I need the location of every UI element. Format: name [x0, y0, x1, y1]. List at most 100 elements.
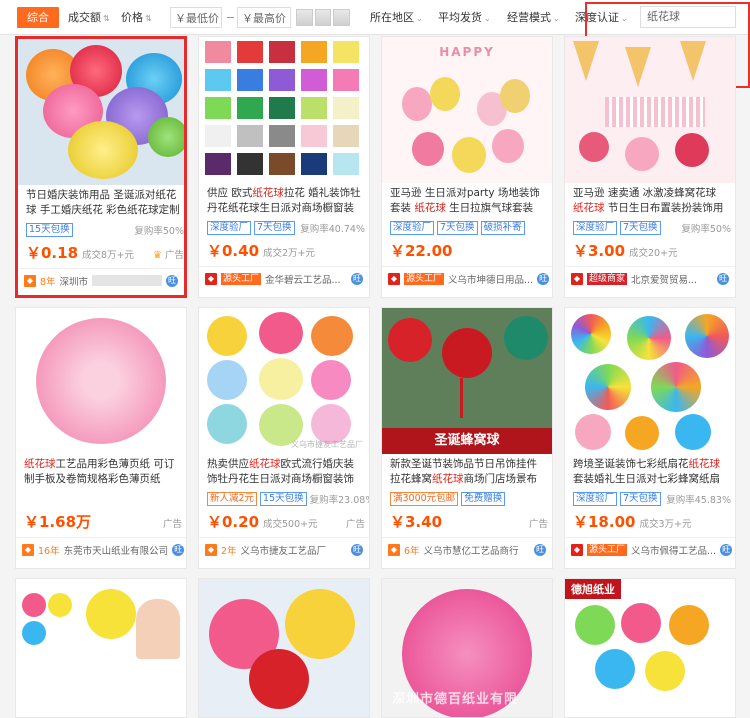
product-card[interactable]: 供应 欧式纸花球拉花 婚礼装饰牡丹花纸花球生日派对商场橱窗装饰 深度验厂7天包换…	[198, 36, 370, 298]
product-image[interactable]: 圣诞蜂窝球	[382, 308, 552, 454]
tag: 7天包换	[620, 221, 661, 235]
shop-icon: ◆	[571, 543, 583, 556]
tag: 7天包换	[254, 221, 295, 235]
product-card[interactable]: 德旭纸业	[564, 578, 736, 718]
repurchase-rate: 复购率50%	[681, 224, 731, 235]
region-filter[interactable]: 所在地区 ⌄	[370, 7, 423, 28]
price: ￥3.40	[390, 513, 443, 531]
shop-icon: ◆	[388, 272, 400, 285]
sort-price-label: 价格	[121, 11, 143, 24]
product-title[interactable]: 纸花球工艺品用彩色薄页纸 可订制手板及卷筒规格彩色薄页纸	[24, 457, 180, 487]
crown-icon: ♛	[152, 250, 162, 261]
product-title[interactable]: 亚马逊 生日派对party 场地装饰套装 纸花球 生日拉旗气球套装	[390, 186, 546, 216]
product-card[interactable]: HAPPY 亚马逊 生日派对party 场地装饰套装 纸花球 生日拉旗气球套装 …	[381, 36, 553, 298]
seller-name[interactable]: 义乌市捷友工艺品厂	[241, 543, 327, 557]
product-image[interactable]: HAPPY	[382, 37, 552, 183]
product-card[interactable]	[15, 578, 187, 718]
tag: 免费赠换	[461, 492, 506, 506]
filter-bar: 综合 成交额 ⇅ 价格 ⇅ ￥最低价 ￥最高价 所在地区 ⌄ 平均发货 ⌄ 经营模式 ⌄ …	[0, 0, 750, 35]
product-image[interactable]	[565, 308, 735, 454]
seller-info[interactable]: ◆ 6年 义乌市慧亿工艺品商行 旺	[382, 537, 552, 561]
repurchase-rate: 复购率50%	[134, 226, 184, 237]
sales-volume: 成交500+元	[263, 519, 318, 530]
product-image[interactable]	[199, 579, 369, 717]
sort-price-tab[interactable]: 价格 ⇅	[121, 7, 152, 28]
chat-icon[interactable]: 旺	[172, 543, 185, 556]
product-image[interactable]	[199, 37, 369, 183]
chat-icon[interactable]: 旺	[537, 272, 550, 285]
product-title[interactable]: 供应 欧式纸花球拉花 婚礼装饰牡丹花纸花球生日派对商场橱窗装饰	[207, 186, 363, 216]
product-card[interactable]: 跨境圣诞装饰七彩纸扇花纸花球套装婚礼生日派对七彩蜂窝纸扇套装 深度验厂7天包换复…	[564, 307, 736, 569]
product-image[interactable]	[565, 37, 735, 183]
chat-icon[interactable]: 旺	[351, 272, 363, 285]
shipping-filter[interactable]: 平均发货 ⌄	[438, 7, 491, 28]
source-factory-badge: 源头工厂	[404, 272, 445, 285]
price: ￥22.00	[390, 242, 453, 260]
sales-volume: 成交2万+元	[263, 248, 316, 259]
chat-icon[interactable]: 旺	[166, 274, 178, 287]
certification-label: 深度认证	[575, 11, 619, 24]
seller-name[interactable]: 金华碧云工艺品...	[265, 272, 341, 286]
product-image[interactable]	[16, 308, 186, 454]
product-image[interactable]	[16, 579, 186, 717]
sort-arrow-icon: ⇅	[145, 14, 152, 23]
max-price-input[interactable]: ￥最高价	[237, 7, 291, 28]
seller-info[interactable]: ◆ 2年 义乌市捷友工艺品厂 旺	[199, 537, 369, 561]
repurchase-rate: 复购率40.74%	[300, 224, 365, 235]
sort-sales-label: 成交额	[68, 11, 101, 24]
seller-name[interactable]: 深圳市	[60, 274, 89, 288]
shop-icon: ◆	[388, 543, 400, 556]
seller-info[interactable]: ◆ 源头工厂 义乌市坤德日用品... 旺	[382, 266, 552, 290]
shop-years: 8年	[40, 276, 56, 288]
ad-label: 广告	[345, 519, 365, 530]
chat-icon[interactable]: 旺	[717, 272, 729, 285]
seller-info[interactable]: ◆ 超级商家 北京爱贺贸易... 旺	[565, 266, 735, 290]
chat-icon[interactable]: 旺	[720, 543, 733, 556]
chevron-down-icon: ⌄	[484, 14, 491, 23]
product-image[interactable]: 德旭纸业	[565, 579, 735, 717]
product-image[interactable]	[18, 39, 184, 185]
price: ￥0.18	[26, 244, 79, 262]
product-card[interactable]: 纸花球工艺品用彩色薄页纸 可订制手板及卷筒规格彩色薄页纸 ￥1.68万 广告 ◆ 1…	[15, 307, 187, 569]
seller-name[interactable]: 义乌市慧亿工艺品商行	[424, 543, 519, 557]
business-mode-filter[interactable]: 经营模式 ⌄	[507, 7, 560, 28]
product-card[interactable]: 节日婚庆装饰用品 圣诞派对纸花球 手工婚庆纸花 彩色纸花球定制 15天包换 复购率…	[15, 36, 187, 298]
product-image[interactable]: 义乌市捷友工艺品厂	[199, 308, 369, 454]
certification-filter[interactable]: 深度认证 ⌄	[575, 7, 628, 28]
search-input[interactable]: 纸花球	[640, 6, 736, 28]
seller-info[interactable]: ◆ 源头工厂 金华碧云工艺品... 旺	[199, 266, 369, 290]
min-price-input[interactable]: ￥最低价	[170, 7, 222, 28]
tag: 破损补寄	[480, 221, 525, 235]
product-title[interactable]: 节日婚庆装饰用品 圣诞派对纸花球 手工婚庆纸花 彩色纸花球定制	[26, 188, 182, 218]
seller-info[interactable]: ◆ 16年 东莞市天山纸业有限公司旺	[16, 537, 186, 561]
chat-icon[interactable]: 旺	[351, 543, 363, 556]
price-slider-thumbs[interactable]	[296, 9, 351, 26]
product-card[interactable]: 圣诞蜂窝球 新款圣诞节装饰品节日吊饰挂件拉花蜂窝纸花球商场门店场景布置 满300…	[381, 307, 553, 569]
product-card[interactable]: 义乌市捷友工艺品厂 热卖供应纸花球欧式流行婚庆装饰牡丹花生日派对商场橱窗装饰 新…	[198, 307, 370, 569]
product-card[interactable]	[198, 578, 370, 718]
chat-icon[interactable]: 旺	[534, 543, 546, 556]
seller-name[interactable]: 北京爱贺贸易...	[631, 272, 697, 286]
shop-icon: ◆	[22, 543, 34, 556]
product-card[interactable]: 亚马逊 速卖通 冰激凌蜂窝花球 纸花球 节日生日布置装扮装饰用品 深度验厂7天包…	[564, 36, 736, 298]
shop-icon: ◆	[571, 272, 583, 285]
tag: 15天包换	[260, 492, 307, 506]
product-title[interactable]: 跨境圣诞装饰七彩纸扇花纸花球套装婚礼生日派对七彩蜂窝纸扇套装	[573, 457, 729, 487]
shop-years: 2年	[221, 545, 237, 557]
product-title[interactable]: 热卖供应纸花球欧式流行婚庆装饰牡丹花生日派对商场橱窗装饰	[207, 457, 363, 487]
product-title[interactable]: 新款圣诞节装饰品节日吊饰挂件拉花蜂窝纸花球商场门店场景布置	[390, 457, 546, 487]
tag: 深度验厂	[207, 221, 252, 235]
shop-years: 16年	[38, 545, 60, 557]
seller-name[interactable]: 义乌市坤德日用品...	[448, 272, 533, 286]
product-title[interactable]: 亚马逊 速卖通 冰激凌蜂窝花球 纸花球 节日生日布置装扮装饰用品	[573, 186, 729, 216]
source-factory-badge: 源头工厂	[587, 543, 628, 556]
seller-name[interactable]: 东莞市天山纸业有限公司	[64, 543, 169, 557]
shop-icon: ◆	[205, 272, 217, 285]
tag: 满3000元包邮	[390, 492, 459, 506]
region-label: 所在地区	[370, 11, 414, 24]
seller-info[interactable]: ◆ 源头工厂 义乌市佩得工艺品... 旺	[565, 537, 735, 561]
sort-comprehensive-tab[interactable]: 综合	[17, 7, 59, 28]
sort-sales-tab[interactable]: 成交额 ⇅	[68, 7, 110, 28]
seller-info[interactable]: ◆ 8年 深圳市 旺	[18, 268, 184, 292]
seller-name[interactable]: 义乌市佩得工艺品...	[631, 543, 716, 557]
